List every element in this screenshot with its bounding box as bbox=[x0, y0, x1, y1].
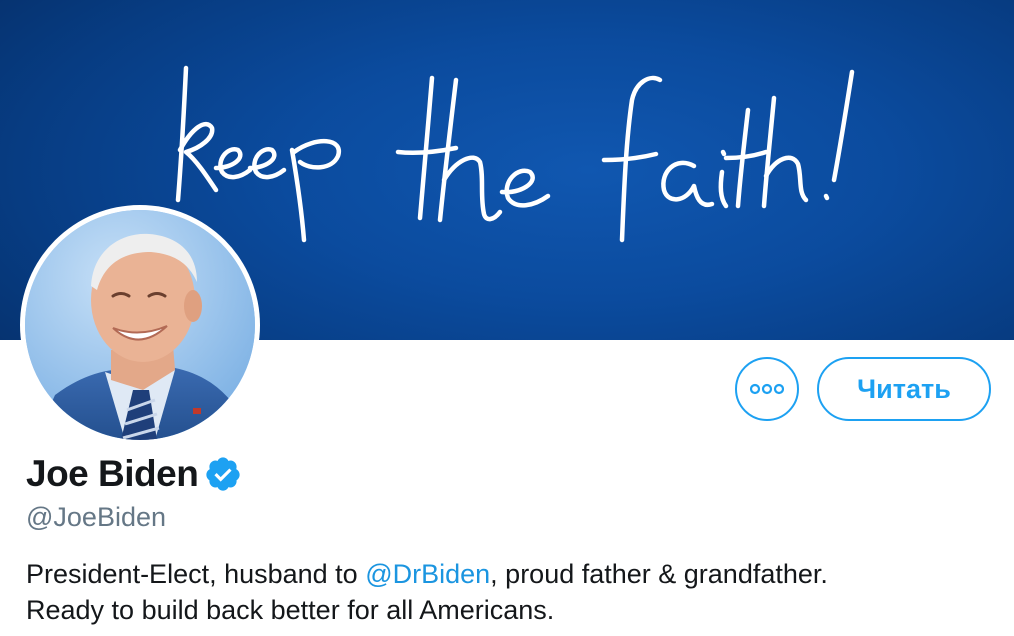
profile-page: Читать Joe Biden @JoeBiden President-Ele… bbox=[0, 0, 1014, 636]
bio-text-continued: , proud father & grandfather. bbox=[490, 559, 828, 589]
profile-handle: @JoeBiden bbox=[26, 502, 166, 532]
more-options-button[interactable] bbox=[735, 357, 799, 421]
profile-name: Joe Biden bbox=[26, 453, 199, 494]
bio-text: President-Elect, husband to bbox=[26, 559, 366, 589]
bio-mention-link[interactable]: @DrBiden bbox=[365, 559, 490, 589]
bio-text-line2: Ready to build back better for all Ameri… bbox=[26, 595, 555, 625]
more-dots-icon bbox=[750, 383, 784, 395]
avatar-photo bbox=[25, 210, 255, 440]
profile-name-row: Joe Biden bbox=[26, 450, 242, 498]
avatar[interactable] bbox=[20, 205, 260, 445]
verified-badge-icon bbox=[204, 455, 242, 493]
follow-button[interactable]: Читать bbox=[817, 357, 991, 421]
profile-bio: President-Elect, husband to @DrBiden, pr… bbox=[26, 556, 996, 628]
